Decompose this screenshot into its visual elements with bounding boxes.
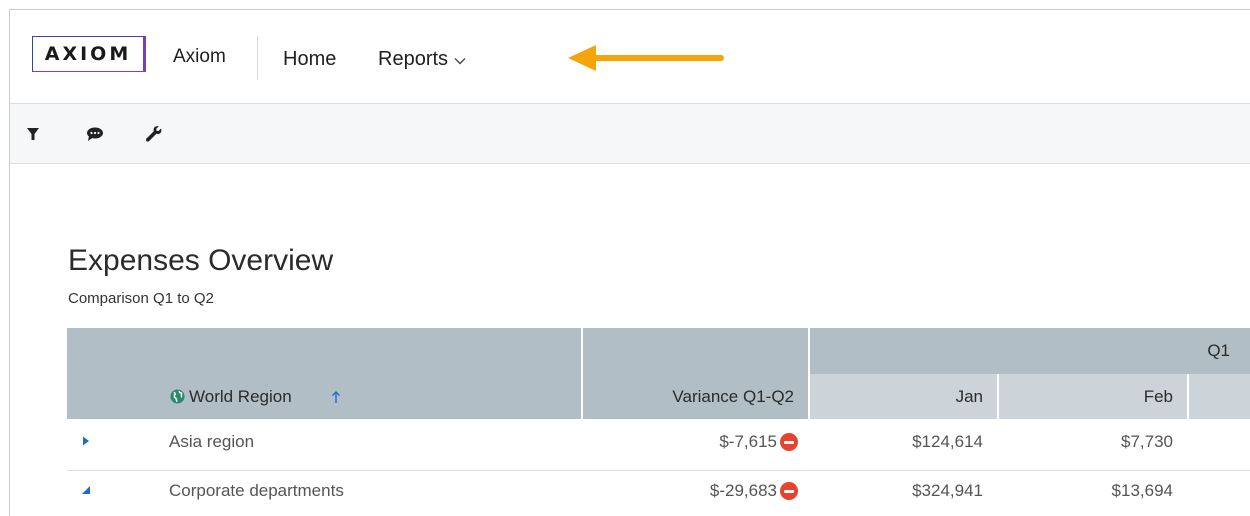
row-region: Corporate departments: [169, 481, 344, 500]
top-navigation-bar: AXIOM Axiom Home Reports: [10, 10, 1250, 104]
variance-column-label: Variance Q1-Q2: [672, 387, 794, 406]
row-feb-value: $7,730: [1121, 432, 1173, 451]
row-jan-value: $124,614: [912, 432, 983, 451]
row-region: Asia region: [169, 432, 255, 451]
row-feb-value: $13,694: [1111, 481, 1173, 500]
axiom-logo[interactable]: AXIOM: [32, 36, 146, 72]
globe-icon: [170, 389, 185, 404]
q1-group-label: Q1: [1207, 341, 1230, 360]
column-header-feb[interactable]: Feb: [999, 374, 1187, 419]
comment-icon[interactable]: [84, 123, 106, 145]
column-header-region[interactable]: World Region: [67, 374, 581, 419]
report-toolbar: [10, 104, 1250, 164]
wrench-icon[interactable]: [143, 123, 165, 145]
report-title: Expenses Overview: [68, 244, 334, 277]
negative-indicator-icon: [780, 433, 798, 451]
negative-indicator-icon: [780, 482, 798, 500]
region-column-label: World Region: [189, 387, 292, 406]
nav-divider: [257, 36, 258, 80]
report-subtitle: Comparison Q1 to Q2: [68, 290, 214, 307]
expand-row-icon[interactable]: [80, 435, 92, 447]
collapse-row-icon[interactable]: [80, 484, 92, 496]
jan-column-label: Jan: [955, 387, 983, 406]
row-divider: [67, 470, 1250, 471]
row-variance: $-7,615: [719, 432, 777, 451]
nav-reports-label: Reports: [378, 48, 449, 70]
filter-icon[interactable]: [22, 123, 44, 145]
app-name: Axiom: [173, 46, 226, 67]
sort-ascending-icon[interactable]: [331, 390, 341, 404]
annotation-arrow: [568, 45, 724, 71]
nav-reports-menu[interactable]: Reports: [378, 48, 466, 71]
nav-home-link[interactable]: Home: [283, 48, 336, 71]
header-group-q1: Q1: [810, 328, 1250, 374]
header-group-blank: [67, 328, 581, 374]
row-jan-value: $324,941: [912, 481, 983, 500]
feb-column-label: Feb: [1143, 387, 1173, 406]
row-variance: $-29,683: [709, 481, 777, 500]
app-window: AXIOM Axiom Home Reports Expenses Overvi…: [9, 9, 1250, 516]
header-group-blank-variance: [583, 328, 808, 374]
report-content: Expenses Overview Comparison Q1 to Q2 Q1…: [10, 165, 1250, 516]
column-header-jan[interactable]: Jan: [810, 374, 997, 419]
column-header-mar-partial[interactable]: [1189, 374, 1250, 419]
logo-text: AXIOM: [44, 43, 132, 65]
chevron-down-icon: [454, 58, 466, 65]
column-header-variance[interactable]: Variance Q1-Q2: [583, 374, 808, 419]
